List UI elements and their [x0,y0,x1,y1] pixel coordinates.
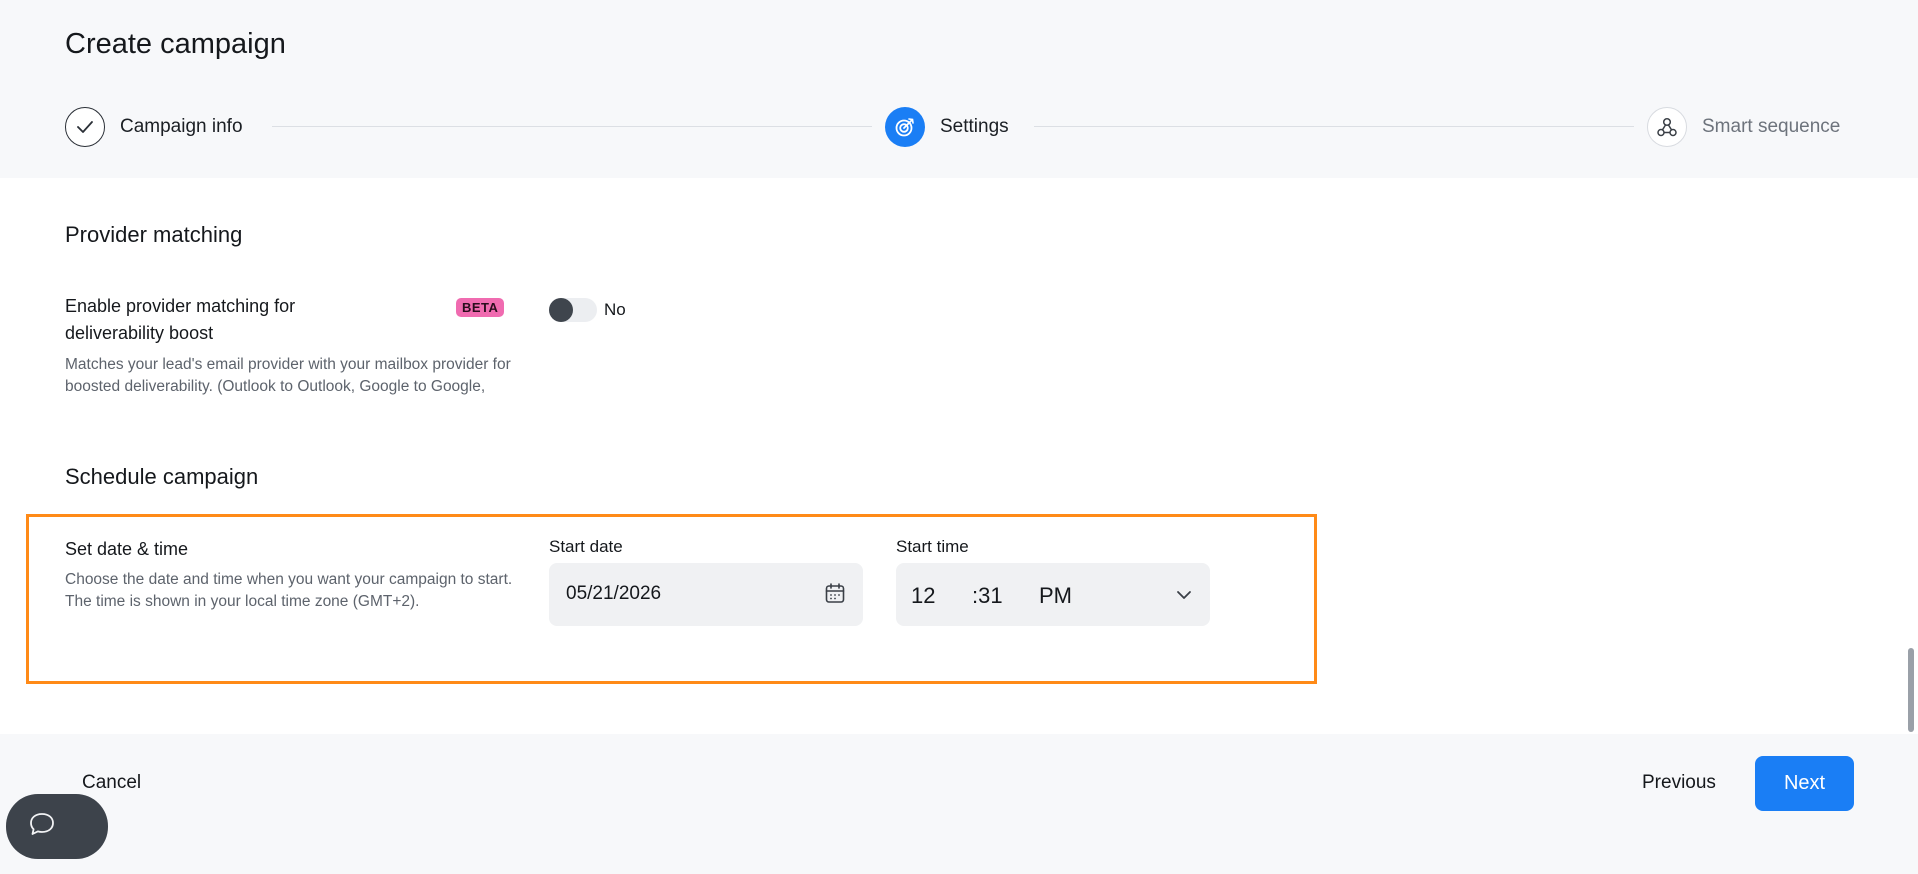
provider-matching-field-title: Enable provider matching for deliverabil… [65,296,296,343]
page-title: Create campaign [65,28,286,60]
step-connector [1034,126,1634,127]
step-label: Campaign info [120,116,243,137]
start-date-label: Start date [549,537,623,556]
toggle-state-label: No [604,300,626,319]
provider-matching-title: Provider matching [65,222,243,247]
campaign-stepper: Campaign info Settings Smart sequence [65,107,1855,147]
check-icon [65,107,105,147]
cancel-button[interactable]: Cancel [82,772,141,794]
time-period[interactable]: PM [1039,583,1072,609]
calendar-icon[interactable] [825,583,845,609]
chat-widget-button[interactable] [6,794,108,859]
page-header: Create campaign Campaign info Settings S… [0,0,1918,178]
set-date-time-description: Choose the date and time when you want y… [65,571,513,610]
set-date-time-title: Set date & time [65,539,189,559]
time-minute[interactable]: :31 [972,583,1003,609]
start-time-label: Start time [896,537,969,556]
scrollbar-thumb[interactable] [1908,648,1914,732]
schedule-campaign-title: Schedule campaign [65,464,259,489]
step-smart-sequence[interactable]: Smart sequence [1647,107,1840,147]
target-icon [885,107,925,147]
step-label: Smart sequence [1702,116,1841,137]
start-date-value: 05/21/2026 [566,583,662,604]
previous-button[interactable]: Previous [1642,772,1716,794]
provider-matching-description: Matches your lead's email provider with … [65,356,511,395]
sequence-icon [1647,107,1687,147]
footer-bar [0,734,1918,874]
step-label: Settings [940,116,1009,137]
chevron-down-icon[interactable] [1176,587,1192,605]
start-time-input[interactable]: 12 :31 PM [896,563,1210,626]
toggle-knob [549,298,573,322]
step-connector [272,126,872,127]
beta-badge: BETA [456,298,505,317]
time-hour[interactable]: 12 [911,583,935,609]
step-campaign-info[interactable]: Campaign info [65,107,243,147]
step-settings[interactable]: Settings [885,107,1009,147]
chat-bubble-icon [28,811,56,842]
start-date-input[interactable]: 05/21/2026 [549,563,863,626]
provider-matching-toggle[interactable] [549,298,597,322]
next-button[interactable]: Next [1755,756,1854,811]
